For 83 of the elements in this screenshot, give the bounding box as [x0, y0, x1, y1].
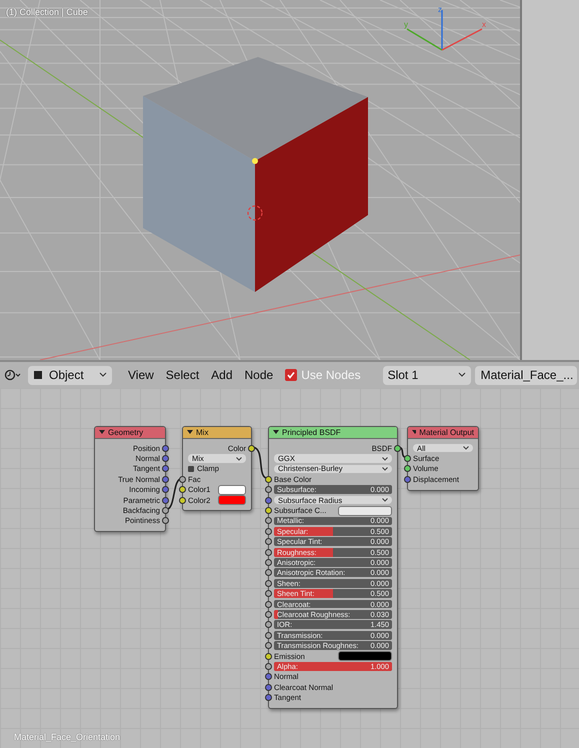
node-title: Material Output [419, 428, 474, 437]
viewport-info: (1) Collection | Cube [6, 7, 88, 17]
socket[interactable] [265, 569, 272, 576]
socket[interactable] [265, 652, 272, 660]
color-swatch[interactable] [338, 506, 392, 516]
socket[interactable] [162, 486, 169, 494]
socket[interactable] [265, 538, 272, 546]
socket[interactable] [265, 558, 272, 566]
gizmo-axis-line[interactable] [442, 28, 482, 51]
socket[interactable] [265, 548, 272, 556]
caret-icon [99, 372, 107, 378]
material-name-field[interactable]: Material_Face_... [480, 368, 574, 382]
socket[interactable] [162, 496, 169, 504]
collapse-icon[interactable] [99, 430, 105, 435]
collapse-icon[interactable] [187, 430, 193, 435]
socket[interactable] [265, 486, 272, 494]
color-swatch[interactable] [218, 484, 246, 495]
socket[interactable] [265, 610, 272, 618]
editor-type-icon [4, 369, 22, 381]
socket[interactable] [162, 465, 169, 472]
socket[interactable] [265, 621, 272, 628]
menu-item[interactable]: Add [207, 368, 237, 382]
menu-item[interactable]: Node [240, 368, 278, 382]
collapse-icon[interactable] [273, 430, 279, 435]
socket[interactable] [265, 684, 272, 691]
mode-dropdown[interactable]: Object [28, 366, 112, 384]
socket[interactable] [162, 476, 169, 483]
color-swatch[interactable] [218, 495, 246, 506]
node-title: Mix [196, 428, 208, 437]
socket[interactable] [265, 642, 272, 650]
material-name: Material_Face_Orientation [14, 732, 120, 742]
socket[interactable] [265, 528, 272, 535]
socket[interactable] [404, 455, 411, 462]
socket[interactable] [265, 580, 272, 587]
socket[interactable] [265, 496, 272, 504]
node-header[interactable]: Mix [183, 427, 251, 439]
socket[interactable] [265, 600, 272, 608]
caret-icon [458, 372, 466, 378]
socket[interactable] [404, 465, 411, 472]
checkbox-label: Use Nodes [301, 368, 361, 382]
node[interactable] [268, 426, 398, 709]
checkbox[interactable] [285, 369, 298, 381]
caret-icon [382, 498, 388, 502]
color-swatch[interactable] [338, 651, 392, 661]
socket[interactable] [265, 694, 272, 702]
axis-label: x [482, 20, 486, 29]
caret-icon [236, 456, 242, 461]
node-header[interactable]: Geometry [95, 427, 165, 439]
socket[interactable] [179, 486, 186, 494]
socket[interactable] [162, 444, 169, 452]
socket[interactable] [179, 496, 186, 504]
socket[interactable] [404, 476, 411, 483]
socket[interactable] [265, 662, 272, 670]
check-icon [286, 370, 296, 380]
material-selector[interactable]: Material_Face_... [474, 366, 577, 384]
socket[interactable] [265, 507, 272, 514]
node-title: Principled BSDF [282, 428, 341, 437]
socket[interactable] [248, 444, 255, 452]
axis-label: z [438, 5, 442, 14]
socket[interactable] [265, 673, 272, 680]
socket[interactable] [265, 476, 272, 483]
collapse-icon[interactable] [412, 430, 416, 435]
axis-label: y [404, 20, 408, 29]
3d-cursor-icon[interactable] [247, 205, 263, 221]
checkbox[interactable] [188, 466, 194, 472]
menu-item[interactable]: Select [162, 368, 204, 382]
socket[interactable] [162, 507, 169, 514]
gizmo-axis-line[interactable] [406, 28, 442, 51]
socket[interactable] [394, 444, 401, 452]
caret-icon [463, 446, 469, 450]
socket[interactable] [162, 517, 169, 524]
node-header[interactable]: Principled BSDF [269, 427, 397, 439]
socket[interactable] [265, 590, 272, 598]
menu-item[interactable]: View [124, 368, 158, 382]
node-title: Geometry [108, 428, 144, 437]
object-icon [33, 370, 43, 380]
origin-dot [252, 158, 258, 164]
socket[interactable] [265, 632, 272, 639]
slot-dropdown[interactable]: Slot 1 [382, 366, 471, 384]
node-header[interactable]: Material Output [408, 427, 478, 439]
socket[interactable] [265, 517, 272, 524]
socket[interactable] [179, 476, 186, 483]
socket[interactable] [162, 455, 169, 462]
